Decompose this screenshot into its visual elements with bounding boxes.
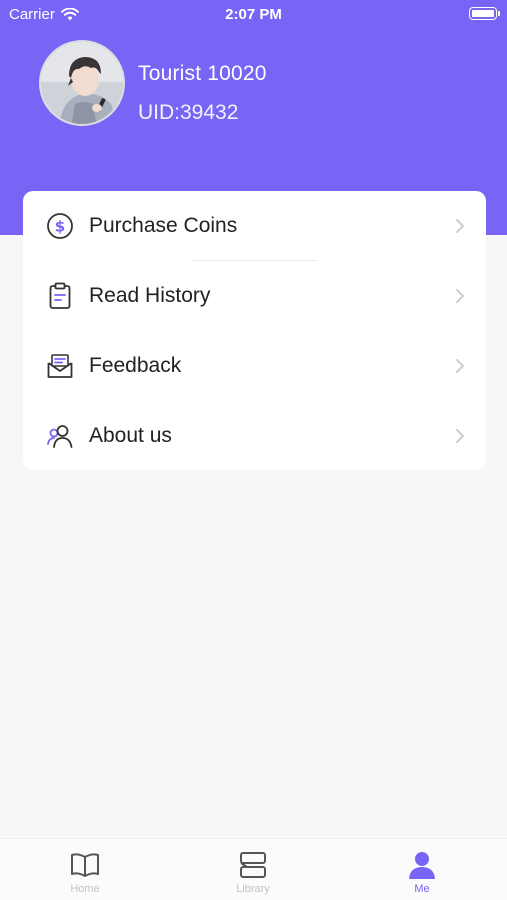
user-uid: UID:39432: [138, 101, 239, 124]
tab-me[interactable]: Me: [362, 839, 482, 900]
menu-item-label: Feedback: [89, 354, 182, 377]
avatar[interactable]: [39, 40, 125, 126]
users-icon: [47, 425, 73, 448]
status-bar: Carrier 2:07 PM: [0, 0, 507, 28]
tab-library[interactable]: Library: [193, 839, 313, 900]
menu-card: $ Purchase Coins Read History Feedback A…: [23, 191, 486, 470]
person-icon: [409, 852, 435, 879]
avatar-illustration: [41, 42, 123, 124]
tab-label: Library: [236, 883, 270, 895]
book-icon: [71, 853, 99, 877]
library-icon: [240, 852, 266, 878]
tab-label: Home: [70, 883, 100, 895]
menu-item-feedback[interactable]: Feedback: [23, 331, 486, 401]
svg-text:$: $: [55, 218, 65, 236]
chevron-right-icon: [456, 219, 464, 233]
tab-bar: Home Library Me: [0, 838, 507, 900]
menu-item-label: Purchase Coins: [89, 214, 238, 237]
clipboard-icon: [49, 282, 71, 309]
envelope-icon: [47, 354, 73, 378]
chevron-right-icon: [456, 359, 464, 373]
menu-item-label: About us: [89, 424, 172, 447]
chevron-right-icon: [456, 289, 464, 303]
dollar-coin-icon: $: [47, 213, 73, 239]
tab-home[interactable]: Home: [25, 839, 145, 900]
menu-item-read-history[interactable]: Read History: [23, 261, 486, 331]
battery-icon: [469, 7, 500, 20]
menu-item-purchase-coins[interactable]: $ Purchase Coins: [23, 191, 486, 261]
menu-item-label: Read History: [89, 284, 211, 307]
menu-item-about-us[interactable]: About us: [23, 401, 486, 471]
chevron-right-icon: [456, 429, 464, 443]
tab-label: Me: [414, 883, 430, 895]
user-name: Tourist 10020: [138, 62, 267, 85]
clock: 2:07 PM: [225, 6, 282, 23]
